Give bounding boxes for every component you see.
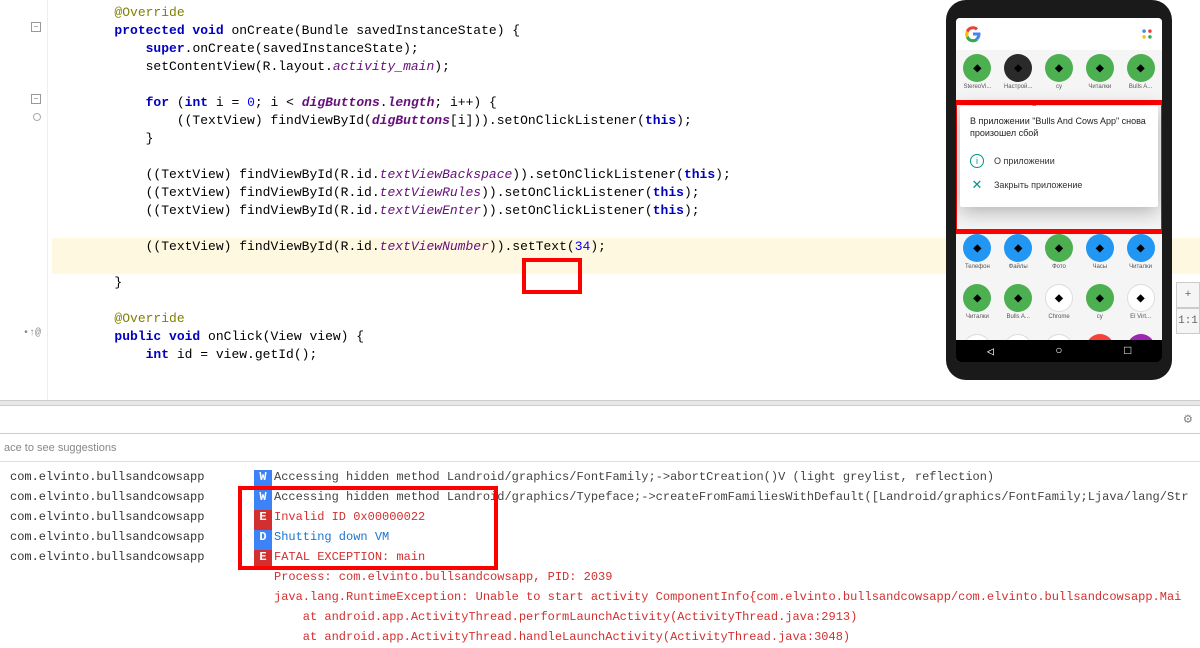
- app-row-top: ◆StereoVi... ◆Настрой... ◆су ◆Читалки ◆Bulls…: [956, 50, 1162, 102]
- close-icon: ✕: [970, 178, 984, 192]
- log-stack-line: java.lang.RuntimeException: Unable to st…: [274, 590, 1200, 610]
- fold-icon[interactable]: −: [31, 22, 41, 32]
- app-icon[interactable]: ◆Bulls A...: [1002, 284, 1034, 328]
- dialog-about-label: О приложении: [994, 156, 1055, 166]
- app-icon[interactable]: ◆Настрой...: [1002, 54, 1034, 98]
- crash-dialog: В приложении "Bulls And Cows App" снова …: [960, 106, 1158, 207]
- app-icon[interactable]: ◆StereoVi...: [961, 54, 993, 98]
- log-package: com.elvinto.bullsandcowsapp: [0, 510, 230, 530]
- emulator-panel: ◆StereoVi... ◆Настрой... ◆су ◆Читалки ◆Bulls…: [946, 0, 1172, 380]
- panel-header: ⚙: [0, 406, 1200, 434]
- log-package-column: com.elvinto.bullsandcowsappcom.elvinto.b…: [0, 462, 230, 648]
- log-stack-line: at android.app.ActivityThread.performLau…: [274, 610, 1200, 630]
- info-icon: i: [970, 154, 984, 168]
- dialog-close-button[interactable]: ✕ Закрыть приложение: [970, 173, 1148, 197]
- logcat-panel: ⚙ ace to see suggestions com.elvinto.bul…: [0, 406, 1200, 648]
- log-stack-line: at android.app.ActivityThread.handleLaun…: [274, 630, 1200, 648]
- app-icon[interactable]: ◆Читалки: [1084, 54, 1116, 98]
- phone-search-bar[interactable]: [956, 18, 1162, 50]
- nav-back-button[interactable]: ◁: [987, 344, 994, 359]
- app-icon[interactable]: ◆Телефон: [961, 234, 993, 278]
- zoom-in-button[interactable]: +: [1176, 282, 1200, 308]
- app-icon[interactable]: ◆Фото: [1043, 234, 1075, 278]
- nav-recent-button[interactable]: □: [1124, 344, 1131, 358]
- editor-gutter: − − •↑@: [0, 0, 48, 400]
- mic-icon: [1140, 27, 1154, 41]
- phone-screen[interactable]: ◆StereoVi... ◆Настрой... ◆су ◆Читалки ◆Bulls…: [956, 18, 1162, 362]
- fold-icon[interactable]: −: [31, 94, 41, 104]
- google-logo-icon: [964, 25, 982, 43]
- log-package: com.elvinto.bullsandcowsapp: [0, 470, 230, 490]
- app-icon[interactable]: ◆су: [1043, 54, 1075, 98]
- highlight-annotation-3: [238, 486, 498, 570]
- app-icon[interactable]: ◆Chrome: [1043, 284, 1075, 328]
- phone-frame: ◆StereoVi... ◆Настрой... ◆су ◆Читалки ◆Bulls…: [946, 0, 1172, 380]
- breakpoint-icon[interactable]: [33, 113, 41, 121]
- dialog-close-label: Закрыть приложение: [994, 180, 1082, 190]
- gear-icon[interactable]: ⚙: [1184, 411, 1192, 428]
- highlight-annotation-1: [522, 258, 582, 294]
- log-package: com.elvinto.bullsandcowsapp: [0, 490, 230, 510]
- phone-nav-bar: ◁ ○ □: [956, 340, 1162, 362]
- app-icon[interactable]: ◆су: [1084, 284, 1116, 328]
- app-icon[interactable]: ◆Файлы: [1002, 234, 1034, 278]
- app-icon[interactable]: ◆El Virt...: [1125, 284, 1157, 328]
- log-stack-line: Process: com.elvinto.bullsandcowsapp, PI…: [274, 570, 1200, 590]
- override-gutter-icon[interactable]: •↑@: [23, 328, 41, 339]
- dialog-about-button[interactable]: i О приложении: [970, 149, 1148, 173]
- app-icon[interactable]: ◆Bulls A...: [1125, 54, 1157, 98]
- log-package: com.elvinto.bullsandcowsapp: [0, 530, 230, 550]
- app-icon[interactable]: ◆Читалки: [1125, 234, 1157, 278]
- dialog-message: В приложении "Bulls And Cows App" снова …: [970, 116, 1148, 139]
- nav-home-button[interactable]: ○: [1055, 344, 1062, 358]
- zoom-ratio-button[interactable]: 1:1: [1176, 308, 1200, 334]
- log-area[interactable]: com.elvinto.bullsandcowsappcom.elvinto.b…: [0, 462, 1200, 648]
- app-icon[interactable]: ◆Часы: [1084, 234, 1116, 278]
- app-icon[interactable]: ◆Читалки: [961, 284, 993, 328]
- log-package: com.elvinto.bullsandcowsapp: [0, 550, 230, 570]
- suggestion-hint[interactable]: ace to see suggestions: [0, 434, 1200, 462]
- right-toolbar: + 1:1: [1176, 282, 1200, 334]
